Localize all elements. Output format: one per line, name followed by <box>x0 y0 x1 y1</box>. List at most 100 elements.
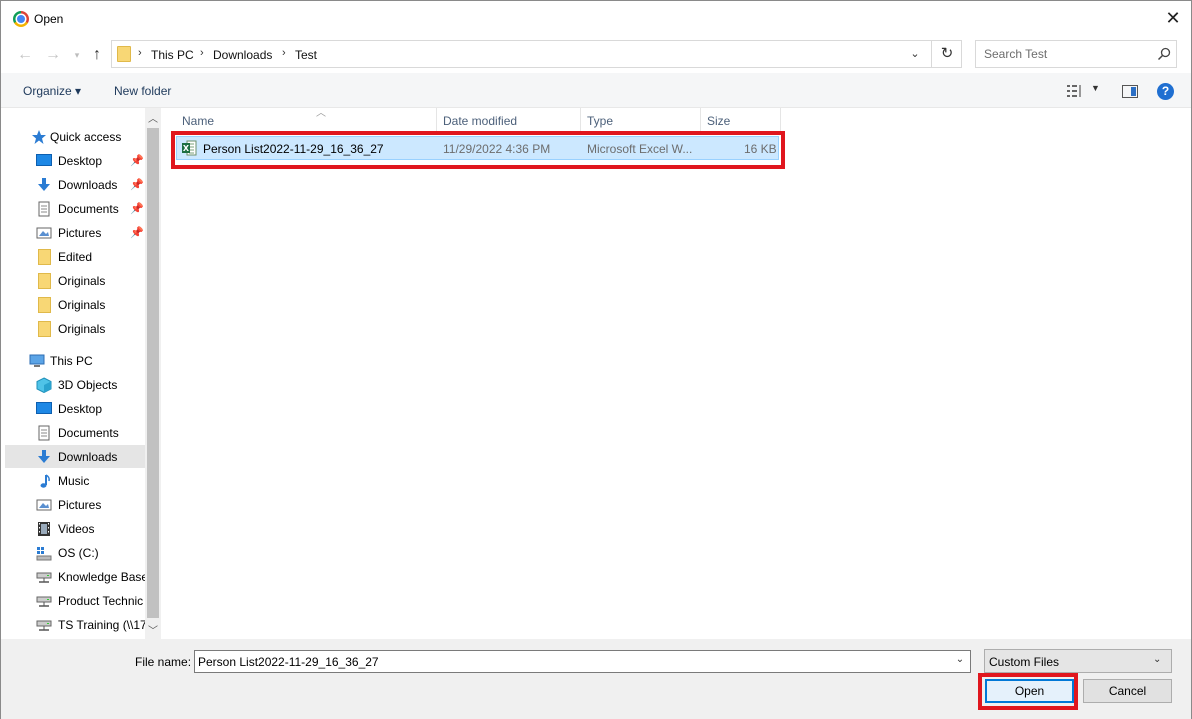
nav-label: OS (C:) <box>58 546 99 560</box>
breadcrumb-this-pc[interactable]: This PC <box>151 48 194 62</box>
nav-label: Documents <box>58 202 119 216</box>
search-icon[interactable] <box>1156 46 1172 62</box>
nav-label: Pictures <box>58 226 102 240</box>
document-icon <box>38 201 50 217</box>
cancel-button[interactable]: Cancel <box>1083 679 1172 703</box>
nav-pc-knowledge-base[interactable]: Knowledge Base <box>5 565 145 588</box>
breadcrumb-downloads[interactable]: Downloads <box>213 48 272 62</box>
nav-quick-pictures[interactable]: Pictures 📌 <box>5 221 145 244</box>
folder-icon <box>38 297 51 313</box>
pin-icon[interactable]: 📌 <box>130 178 144 191</box>
star-icon <box>32 130 46 144</box>
nav-pc-pictures[interactable]: Pictures <box>5 493 145 516</box>
nav-label: Desktop <box>58 402 103 416</box>
scroll-down-chevron-icon[interactable]: ﹀ <box>145 622 161 638</box>
nav-pc-documents[interactable]: Documents <box>5 421 145 444</box>
column-header-size[interactable]: Size <box>701 108 781 133</box>
nav-pc-product-technic[interactable]: Product Technic <box>5 589 145 612</box>
nav-quick-downloads[interactable]: Downloads 📌 <box>5 173 145 196</box>
address-dropdown-chevron-icon[interactable]: ⌄ <box>907 47 923 63</box>
file-name-input[interactable] <box>195 651 950 672</box>
file-type-dropdown-chevron-icon[interactable]: ⌄ <box>1153 654 1161 665</box>
desktop-icon <box>36 402 52 414</box>
nav-pc-downloads[interactable]: Downloads <box>5 445 145 468</box>
folder-icon <box>38 273 51 289</box>
nav-label: Downloads <box>58 178 118 192</box>
file-type-value: Custom Files <box>989 655 1060 669</box>
scroll-up-chevron-icon[interactable]: ︿ <box>145 110 161 126</box>
nav-quick-access[interactable]: Quick access <box>5 125 145 148</box>
breadcrumb-separator-icon: › <box>200 47 204 59</box>
network-drive-icon <box>36 596 52 607</box>
nav-label: Originals <box>58 322 106 336</box>
nav-pc-music[interactable]: Music <box>5 469 145 492</box>
chrome-icon <box>13 11 29 27</box>
nav-quick-desktop[interactable]: Desktop 📌 <box>5 149 145 172</box>
search-box[interactable] <box>975 40 1177 68</box>
nav-pc-desktop[interactable]: Desktop <box>5 397 145 420</box>
change-view-icon[interactable] <box>1067 85 1085 97</box>
nav-label: Knowledge Base <box>58 570 145 584</box>
pin-icon[interactable]: 📌 <box>130 226 144 239</box>
recent-locations-chevron-icon[interactable]: ▾ <box>67 45 87 65</box>
file-type: Microsoft Excel W... <box>587 142 693 156</box>
forward-arrow-icon[interactable]: → <box>43 45 63 65</box>
nav-label: Desktop <box>58 154 103 168</box>
help-icon[interactable]: ? <box>1157 83 1174 100</box>
file-type-select[interactable]: Custom Files ⌄ <box>984 649 1172 673</box>
column-header-type[interactable]: Type <box>581 108 701 133</box>
back-arrow-icon[interactable]: ← <box>15 45 35 65</box>
download-arrow-icon <box>38 450 50 463</box>
nav-pc-ts-training[interactable]: TS Training (\\17 <box>5 613 145 636</box>
column-label: Type <box>587 114 614 128</box>
view-options-chevron-icon[interactable]: ▼ <box>1091 83 1100 93</box>
up-arrow-icon[interactable]: ↑ <box>87 45 107 65</box>
nav-quick-originals-2[interactable]: Originals <box>5 293 145 316</box>
nav-label: Edited <box>58 250 93 264</box>
nav-pc-videos[interactable]: Videos <box>5 517 145 540</box>
nav-label: Originals <box>58 298 106 312</box>
pin-icon[interactable]: 📌 <box>130 202 144 215</box>
file-row[interactable]: X Person List2022-11-29_16_36_27 11/29/2… <box>176 136 779 160</box>
nav-quick-edited[interactable]: Edited <box>5 245 145 268</box>
navigation-pane: Quick access Desktop 📌 Downloads 📌 Docum… <box>1 108 161 639</box>
column-label: Size <box>707 114 731 128</box>
drive-icon <box>36 547 52 561</box>
nav-label: This PC <box>50 354 93 368</box>
nav-pc-os-drive[interactable]: OS (C:) <box>5 541 145 564</box>
nav-label: Music <box>58 474 90 488</box>
file-name-combobox[interactable]: ⌄ <box>194 650 971 673</box>
breadcrumb-separator-icon: › <box>282 47 286 59</box>
dialog-title: Open <box>34 12 64 26</box>
title-bar: Open ✕ <box>1 1 1191 37</box>
pin-icon[interactable]: 📌 <box>130 154 144 167</box>
open-button[interactable]: Open <box>985 679 1074 703</box>
nav-label: Product Technic <box>58 594 144 608</box>
address-bar[interactable]: › This PC › Downloads › Test ⌄ ↻ <box>111 40 962 68</box>
nav-this-pc[interactable]: This PC <box>5 349 145 372</box>
folder-icon <box>117 46 131 62</box>
new-folder-button[interactable]: New folder <box>114 84 171 98</box>
film-strip-icon <box>38 522 50 536</box>
nav-quick-originals-3[interactable]: Originals <box>5 317 145 340</box>
organize-button[interactable]: Organize ▾ <box>23 84 81 98</box>
3d-objects-icon <box>36 377 52 393</box>
folder-icon <box>38 321 51 337</box>
column-header-date-modified[interactable]: Date modified <box>437 108 581 133</box>
nav-quick-documents[interactable]: Documents 📌 <box>5 197 145 220</box>
preview-pane-icon[interactable] <box>1122 85 1138 98</box>
navigation-scrollbar[interactable]: ︿ ﹀ <box>145 108 161 639</box>
file-name-dropdown-chevron-icon[interactable]: ⌄ <box>952 654 968 670</box>
close-button[interactable]: ✕ <box>1161 7 1185 31</box>
scrollbar-thumb[interactable] <box>147 128 159 618</box>
breadcrumb-test[interactable]: Test <box>295 48 317 62</box>
nav-label: Downloads <box>58 450 118 464</box>
nav-label: Originals <box>58 274 106 288</box>
nav-quick-originals-1[interactable]: Originals <box>5 269 145 292</box>
search-input[interactable] <box>976 41 1152 67</box>
download-arrow-icon <box>38 178 50 191</box>
refresh-icon[interactable]: ↻ <box>931 41 962 67</box>
column-header-name[interactable]: Name ︿ <box>176 108 437 133</box>
computer-icon <box>29 354 45 367</box>
nav-pc-3d-objects[interactable]: 3D Objects <box>5 373 145 396</box>
